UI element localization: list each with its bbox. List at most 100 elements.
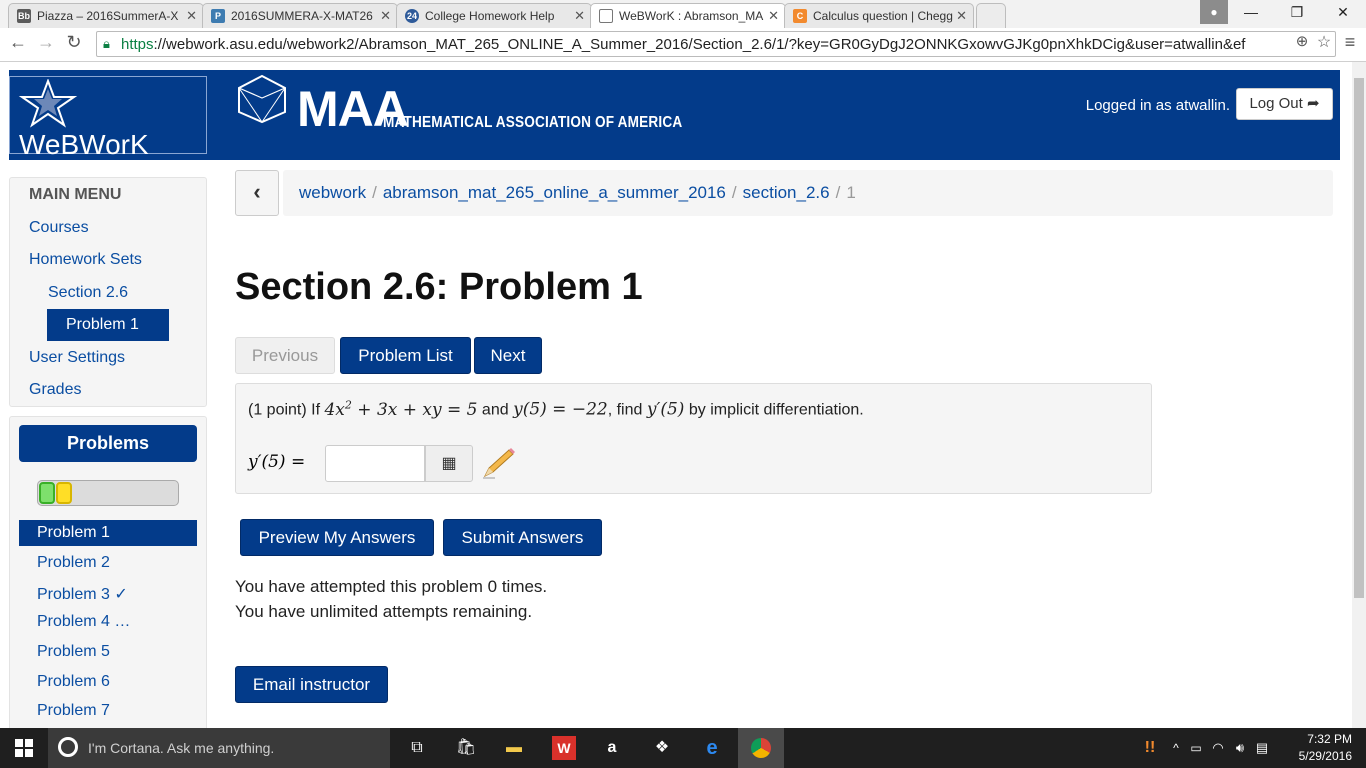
chrome-menu-icon[interactable]: ≡ (1338, 32, 1362, 53)
equation: 4x2 + 3x + xy = 5 (324, 398, 478, 420)
system-tray: !! ^ ▭ ◠ 🔊︎ ▤ 7:32 PM 5/29/2016 (1126, 728, 1366, 768)
email-instructor-button[interactable]: Email instructor (235, 666, 388, 703)
zoom-icon[interactable]: ⊕ (1290, 32, 1314, 50)
equation-editor-button[interactable]: ▦ (425, 445, 473, 482)
problem-list-item[interactable]: Problem 6 (37, 673, 110, 691)
webwork-star-icon (18, 79, 78, 128)
cortana-search-box[interactable]: I'm Cortana. Ask me anything. (48, 728, 390, 768)
progress-bar (37, 480, 179, 506)
problem-list-item-active[interactable]: Problem 1 (19, 520, 197, 546)
page-scrollbar[interactable] (1352, 62, 1366, 728)
logged-in-status: Logged in as atwallin. (1085, 97, 1230, 114)
problem-list-item[interactable]: Problem 5 (37, 643, 110, 661)
back-arrow-icon[interactable]: ← (6, 32, 30, 53)
dropbox-icon[interactable]: ❖ (650, 736, 674, 760)
breadcrumb-section[interactable]: section_2.6 (743, 183, 830, 202)
tab-label: Piazza – 2016SummerA-X (37, 9, 179, 23)
problem-list-item[interactable]: Problem 4 … (37, 613, 130, 631)
main-menu-title: MAIN MENU (29, 186, 122, 203)
file-explorer-icon[interactable]: ▬ (502, 736, 526, 760)
attempts-message: You have attempted this problem 0 times. (235, 577, 548, 596)
notification-alert-icon[interactable]: !! (1138, 736, 1162, 760)
windows-taskbar: I'm Cortana. Ask me anything. ⧉ 🛍︎ ▬ W a… (0, 728, 1366, 768)
close-icon[interactable]: ✕ (186, 8, 197, 24)
problem-list-item[interactable]: Problem 7 (37, 702, 110, 720)
new-tab-button[interactable] (976, 3, 1006, 28)
action-center-icon[interactable]: ▤ (1250, 736, 1274, 760)
logout-label: Log Out (1249, 95, 1303, 112)
chrome-taskbar-icon[interactable] (738, 728, 784, 768)
pencil-icon[interactable] (481, 446, 517, 480)
breadcrumb-separator: / (835, 183, 841, 202)
answer-label: y′(5) = (248, 452, 306, 472)
piazza-icon: P (211, 9, 225, 23)
tab-chegg[interactable]: C Calculus question | Chegg ✕ (784, 3, 974, 28)
menu-problem-active[interactable]: Problem 1 (47, 309, 169, 341)
logout-button[interactable]: Log Out ➦ (1236, 88, 1333, 120)
store-icon[interactable]: 🛍︎ (454, 736, 478, 760)
problem-box: (1 point) If 4x2 + 3x + xy = 5 and y(5) … (235, 383, 1152, 494)
address-bar[interactable]: 🔒︎ https://webwork.asu.edu/webwork2/Abra… (96, 31, 1336, 57)
volume-icon[interactable]: 🔊︎ (1228, 736, 1252, 760)
breadcrumb: webwork / abramson_mat_265_online_a_summer… (283, 170, 1333, 216)
task-view-icon[interactable]: ⧉ (405, 736, 429, 760)
edge-icon[interactable]: e (700, 736, 724, 760)
site-name: WeBWorK (19, 129, 149, 160)
lock-icon: 🔒︎ (103, 36, 110, 51)
close-icon[interactable]: ✕ (380, 8, 391, 24)
breadcrumb-separator: / (731, 183, 737, 202)
maa-logo-icon (238, 74, 286, 124)
clock-time[interactable]: 7:32 PM (1307, 732, 1352, 746)
problem-and: and (477, 401, 514, 419)
clock-date[interactable]: 5/29/2016 (1299, 749, 1352, 763)
submit-answers-button[interactable]: Submit Answers (443, 519, 602, 556)
reload-icon[interactable]: ↻ (62, 32, 86, 53)
grid-icon: ▦ (441, 455, 457, 472)
tab-homework-help[interactable]: 24 College Homework Help ✕ (396, 3, 592, 28)
previous-button[interactable]: Previous (235, 337, 335, 374)
sign-out-icon: ➦ (1306, 95, 1320, 112)
initial-condition: y(5) = −22 (513, 399, 608, 420)
tab-piazza[interactable]: P 2016SUMMERA-X-MAT26 ✕ (202, 3, 398, 28)
menu-grades[interactable]: Grades (29, 381, 81, 399)
tab-label: 2016SUMMERA-X-MAT26 (231, 9, 373, 23)
menu-user-settings[interactable]: User Settings (29, 349, 125, 367)
breadcrumb-webwork[interactable]: webwork (299, 183, 366, 202)
answer-input[interactable] (325, 445, 425, 482)
problems-header: Problems (19, 425, 197, 462)
tab-label: WeBWorK : Abramson_MA (619, 9, 764, 23)
cortana-placeholder: I'm Cortana. Ask me anything. (88, 740, 275, 756)
breadcrumb-back-button[interactable]: ‹ (235, 170, 279, 216)
window-close-button[interactable]: ✕ (1320, 0, 1366, 24)
menu-homework-sets[interactable]: Homework Sets (29, 251, 142, 269)
problem-list-item[interactable]: Problem 3 ✓ (37, 584, 128, 604)
webwork-logo[interactable]: WeBWorK (9, 76, 207, 160)
maximize-button[interactable]: ❐ (1274, 0, 1320, 24)
minimize-button[interactable]: — (1228, 0, 1274, 24)
menu-courses[interactable]: Courses (29, 219, 89, 237)
masthead: WeBWorK MAA MATHEMATICAL ASSOCIATION OF … (9, 70, 1340, 160)
chegg-icon: C (793, 9, 807, 23)
close-icon[interactable]: ✕ (574, 8, 585, 24)
forward-arrow-icon[interactable]: → (34, 32, 58, 53)
menu-section[interactable]: Section 2.6 (48, 284, 128, 302)
preview-answers-button[interactable]: Preview My Answers (240, 519, 434, 556)
wifi-icon[interactable]: ◠ (1206, 736, 1230, 760)
problem-list-button[interactable]: Problem List (340, 337, 471, 374)
scrollbar-thumb[interactable] (1354, 78, 1364, 598)
close-icon[interactable]: ✕ (956, 8, 967, 24)
problem-list-item[interactable]: Problem 2 (37, 554, 110, 572)
amazon-icon[interactable]: a (600, 736, 624, 760)
bookmark-star-icon[interactable]: ☆ (1312, 32, 1336, 52)
profile-icon[interactable]: ● (1200, 0, 1228, 24)
start-button[interactable] (0, 728, 48, 768)
close-icon[interactable]: ✕ (768, 8, 779, 24)
breadcrumb-course[interactable]: abramson_mat_265_online_a_summer_2016 (383, 183, 726, 202)
derivative-expression: y′(5) (646, 399, 685, 420)
wps-office-icon[interactable]: W (552, 736, 576, 760)
browser-toolbar: ← → ↻ 🔒︎ https://webwork.asu.edu/webwork… (0, 28, 1366, 62)
tab-piazza-blackboard[interactable]: Bb Piazza – 2016SummerA-X ✕ (8, 3, 204, 28)
tab-webwork[interactable]: WeBWorK : Abramson_MA ✕ (590, 3, 786, 29)
battery-icon[interactable]: ▭ (1184, 736, 1208, 760)
next-button[interactable]: Next (474, 337, 542, 374)
